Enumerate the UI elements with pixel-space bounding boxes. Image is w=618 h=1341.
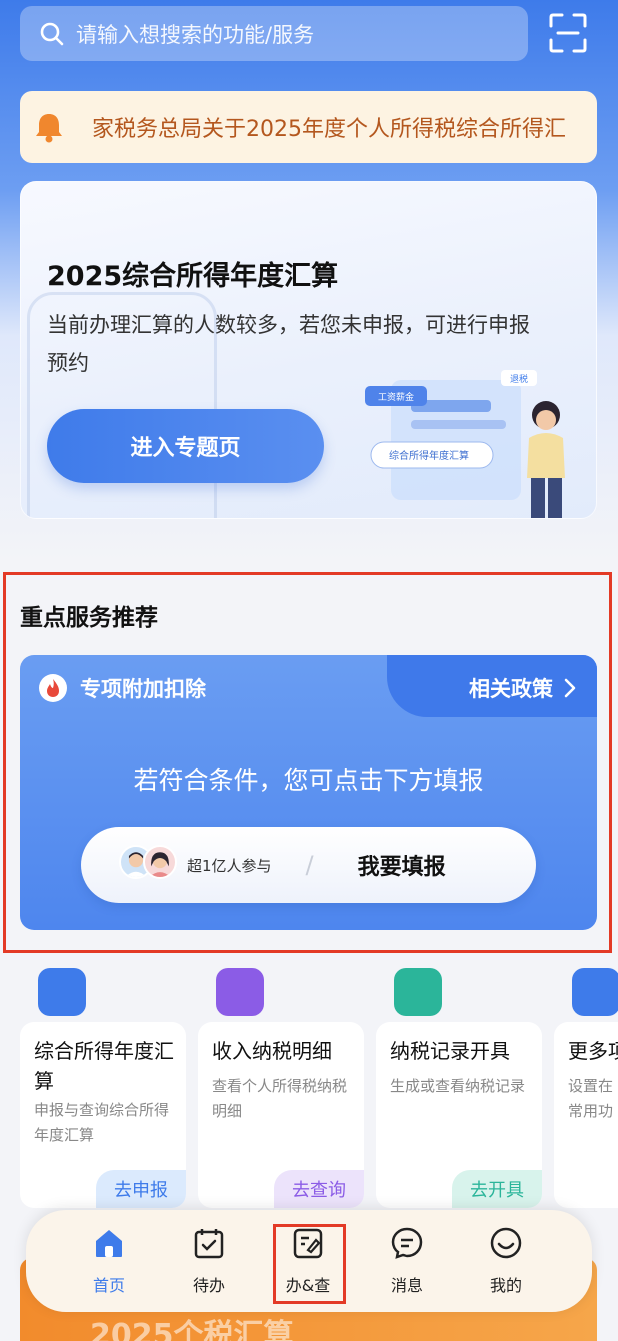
go-declare-button[interactable]: 去申报 [96, 1170, 186, 1208]
calendar-check-icon [194, 1229, 224, 1259]
nav-label: 首页 [92, 1276, 125, 1295]
tile-title: 综合所得年度汇算 [34, 1039, 174, 1093]
go-issue-button[interactable]: 去开具 [452, 1170, 542, 1208]
search-placeholder: 请输入想搜索的功能/服务 [76, 22, 315, 47]
nav-label: 消息 [390, 1276, 423, 1295]
banner-title: 2025综合所得年度汇算 [47, 261, 339, 292]
tile-income-tax-detail[interactable]: 收入纳税明细 查看个人所得税纳税明细 去查询 [198, 1022, 364, 1208]
tax-record-icon [394, 968, 442, 1016]
settlement-icon [38, 968, 86, 1016]
message-icon [391, 1227, 423, 1259]
nav-mine[interactable]: 我的 [471, 1226, 541, 1296]
tile-desc: 查看个人所得税纳税明细 [212, 1077, 348, 1120]
smile-icon [490, 1227, 522, 1259]
search-bar[interactable]: 请输入想搜索的功能/服务 [20, 6, 528, 61]
nav-home[interactable]: 首页 [74, 1226, 144, 1296]
nav-messages[interactable]: 消息 [372, 1226, 442, 1296]
tile-desc: 设置在常用功 [568, 1077, 614, 1120]
nav-label: 我的 [489, 1276, 522, 1295]
home-icon [96, 1230, 122, 1257]
banner-illustration: 工资薪金 综合所得年度汇算 退税 [365, 370, 565, 518]
promo-text: 2025个税汇算 [90, 1318, 294, 1341]
svg-text:工资薪金: 工资薪金 [378, 391, 414, 403]
tile-title: 更多项 [568, 1039, 618, 1063]
tile-more-items[interactable]: 更多项 设置在常用功 [554, 1022, 618, 1208]
tile-tax-record[interactable]: 纳税记录开具 生成或查看纳税记录 去开具 [376, 1022, 542, 1208]
tile-annual-settlement[interactable]: 综合所得年度汇算 申报与查询综合所得年度汇算 去申报 [20, 1022, 186, 1208]
nav-label: 待办 [192, 1276, 225, 1295]
nav-todo[interactable]: 待办 [174, 1226, 244, 1296]
svg-text:退税: 退税 [510, 373, 528, 385]
annual-settlement-banner[interactable]: 2025综合所得年度汇算 当前办理汇算的人数较多，若您未申报，可进行申报预约 进… [20, 181, 597, 519]
tile-desc: 生成或查看纳税记录 [390, 1077, 526, 1095]
bell-icon [36, 114, 62, 143]
highlight-box [3, 572, 612, 953]
tile-desc: 申报与查询综合所得年度汇算 [34, 1101, 170, 1144]
tile-title: 纳税记录开具 [390, 1039, 510, 1063]
tile-title: 收入纳税明细 [212, 1039, 332, 1063]
notice-bar[interactable]: 家税务总局关于2025年度个人所得税综合所得汇 [20, 91, 597, 163]
income-detail-icon [216, 968, 264, 1016]
search-icon [40, 22, 64, 45]
svg-text:综合所得年度汇算: 综合所得年度汇算 [389, 449, 469, 462]
scan-icon[interactable] [548, 12, 588, 54]
notice-text: 家税务总局关于2025年度个人所得税综合所得汇 [92, 117, 566, 142]
enter-topic-button[interactable]: 进入专题页 [47, 409, 324, 483]
nav-highlight-box [273, 1224, 346, 1304]
go-query-button[interactable]: 去查询 [274, 1170, 364, 1208]
more-items-icon [572, 968, 618, 1016]
